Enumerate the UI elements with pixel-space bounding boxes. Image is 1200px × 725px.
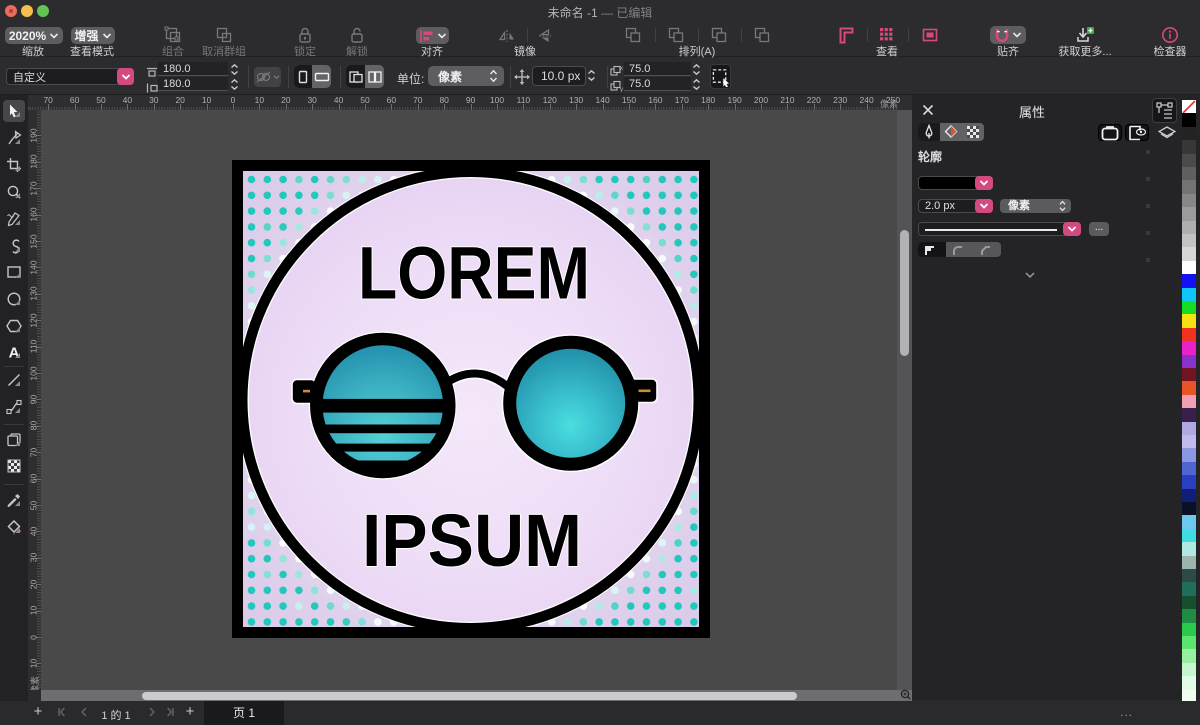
svg-text:y: y — [620, 87, 623, 92]
svg-text:IPSUM: IPSUM — [362, 499, 582, 582]
svg-text:LOREM: LOREM — [358, 232, 590, 315]
svg-text:x: x — [620, 66, 623, 72]
